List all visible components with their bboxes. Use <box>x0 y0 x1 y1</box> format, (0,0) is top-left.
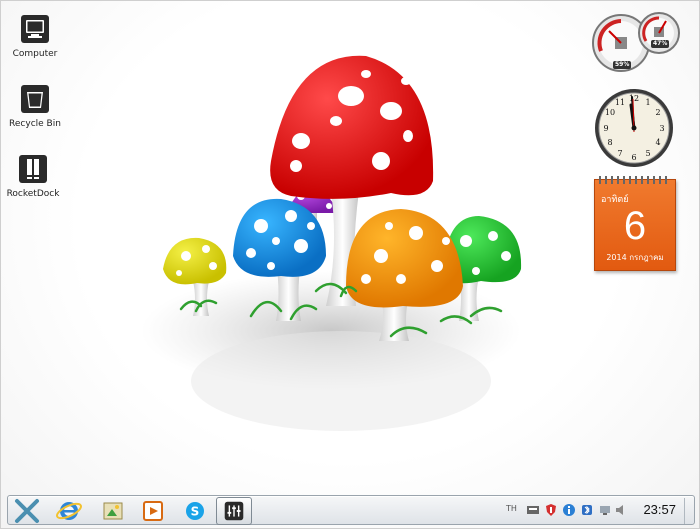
svg-text:10: 10 <box>605 108 615 117</box>
taskbar-file-explorer[interactable] <box>98 498 128 524</box>
recycle-bin-icon <box>21 85 49 113</box>
calendar-rings <box>599 176 671 184</box>
desktop: Computer Recycle Bin RocketDock 59% 47% … <box>0 0 700 529</box>
keyboard-icon[interactable] <box>526 503 540 517</box>
computer-icon <box>21 15 49 43</box>
svg-text:7: 7 <box>617 149 622 158</box>
svg-text:S: S <box>191 505 200 519</box>
svg-text:8: 8 <box>607 138 612 147</box>
svg-text:12: 12 <box>629 94 639 103</box>
svg-text:6: 6 <box>631 153 636 162</box>
tray-clock[interactable]: 23:57 <box>643 502 676 517</box>
desktop-icon-computer[interactable]: Computer <box>7 13 63 59</box>
rocketdock-icon <box>19 155 47 183</box>
tray-language[interactable]: TH <box>506 504 517 513</box>
x-start-icon <box>15 499 39 523</box>
svg-text:4: 4 <box>655 138 660 147</box>
cpu-meter-gadget[interactable]: 59% 47% <box>591 11 685 73</box>
desktop-icon-label: Computer <box>12 49 58 59</box>
security-shield-icon[interactable] <box>544 503 558 517</box>
taskbar-internet-explorer[interactable] <box>54 498 84 524</box>
bluetooth-icon[interactable] <box>580 503 594 517</box>
mixer-icon <box>224 501 244 521</box>
volume-icon[interactable] <box>614 503 628 517</box>
desktop-icon-label: RocketDock <box>6 189 60 199</box>
calendar-month-year: 2014 กรกฎาคม <box>606 253 664 262</box>
memory-usage-label: 47% <box>651 40 670 48</box>
svg-text:9: 9 <box>603 124 608 133</box>
svg-text:11: 11 <box>615 98 625 107</box>
svg-text:1: 1 <box>645 98 650 107</box>
media-player-icon <box>143 501 163 521</box>
calendar-day: 6 <box>623 204 647 248</box>
svg-text:2: 2 <box>655 108 660 117</box>
internet-explorer-icon <box>56 502 82 520</box>
desktop-icon-recycle-bin[interactable]: Recycle Bin <box>7 83 63 129</box>
skype-icon: S <box>186 502 204 520</box>
svg-text:3: 3 <box>659 124 664 133</box>
taskbar: S TH 23:57 <box>7 495 695 525</box>
gauge-icon <box>592 12 680 72</box>
calendar-gadget[interactable]: อาทิตย์ 6 2014 กรกฎาคม <box>594 176 676 271</box>
desktop-icon-rocketdock[interactable]: RocketDock <box>5 153 61 199</box>
wallpaper-mushrooms <box>141 55 522 431</box>
taskbar-mixer[interactable] <box>216 497 252 525</box>
svg-text:5: 5 <box>645 149 650 158</box>
desktop-icon-label: Recycle Bin <box>9 119 61 129</box>
start-button[interactable] <box>12 498 42 524</box>
cpu-usage-label: 59% <box>613 61 632 69</box>
taskbar-media-player[interactable] <box>138 498 168 524</box>
network-icon[interactable] <box>598 503 612 517</box>
show-desktop-button[interactable] <box>684 498 692 524</box>
clock-gadget[interactable]: 12 12 345 678 91011 <box>593 87 675 169</box>
file-explorer-icon <box>103 502 123 520</box>
taskbar-skype[interactable]: S <box>180 498 210 524</box>
info-icon[interactable] <box>562 503 576 517</box>
